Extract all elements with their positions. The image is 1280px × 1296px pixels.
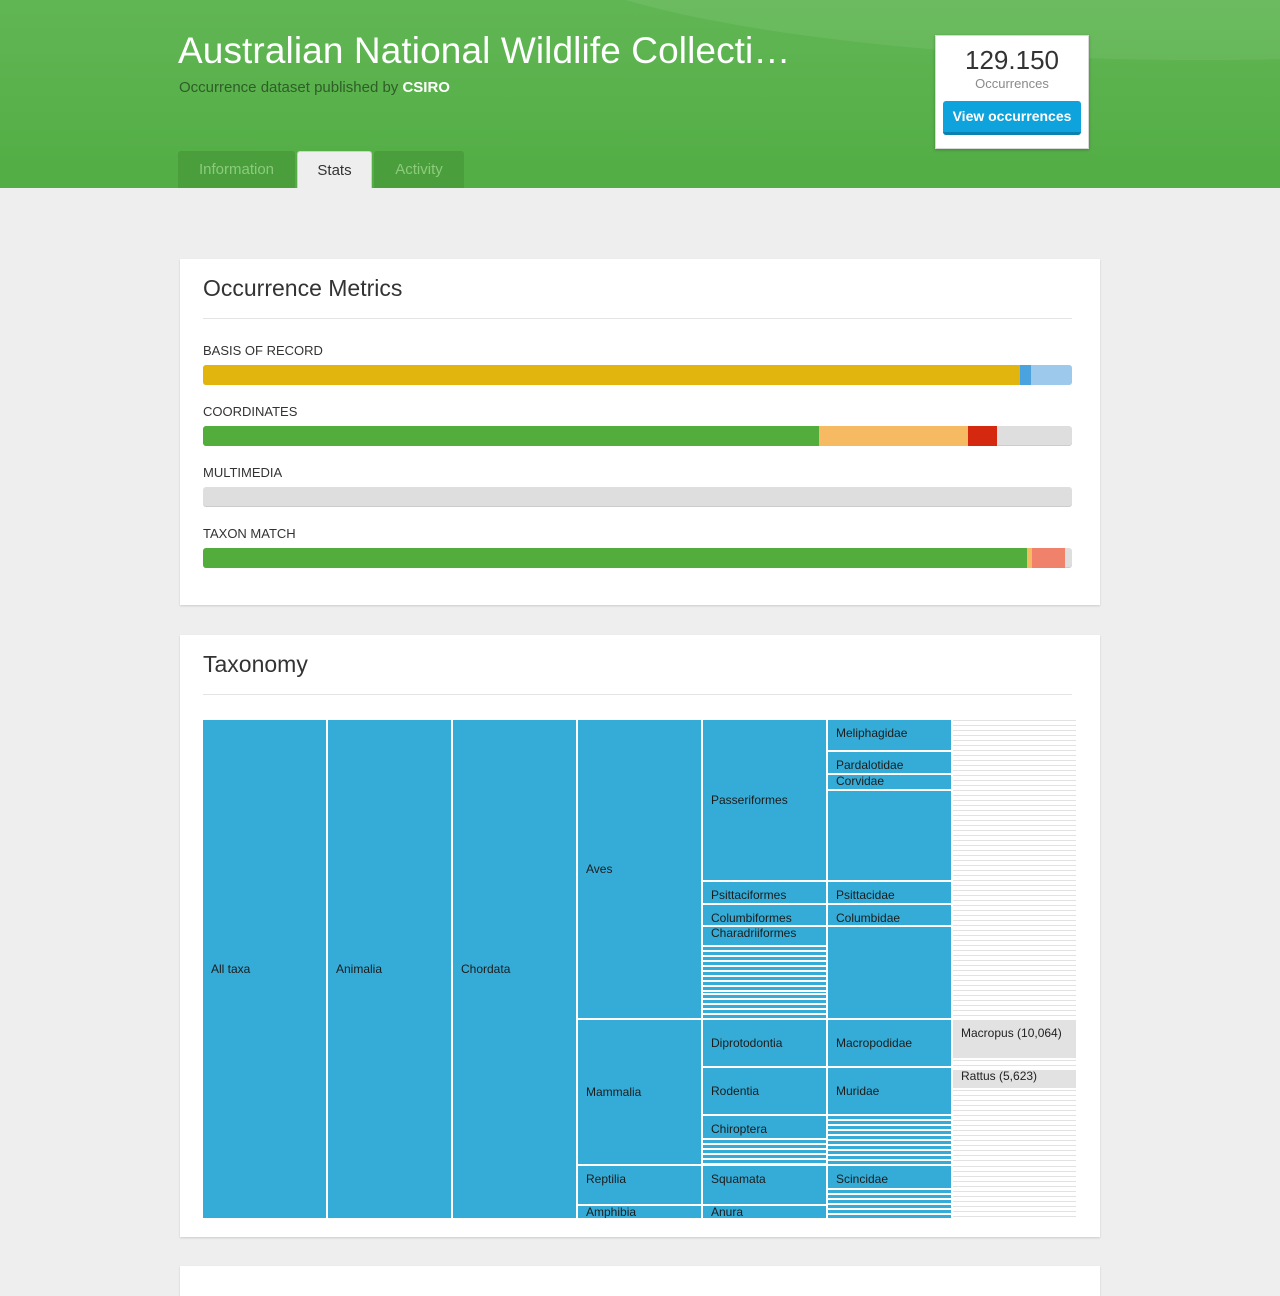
taxon-label: Animalia bbox=[336, 962, 383, 976]
taxon-label: Diprotodontia bbox=[711, 1036, 783, 1050]
taxon-node-anura[interactable]: Anura bbox=[703, 1206, 826, 1218]
taxon-node-group[interactable] bbox=[828, 791, 951, 880]
taxon-node-group[interactable] bbox=[828, 1116, 951, 1164]
taxon-label: Reptilia bbox=[586, 1172, 627, 1186]
metric-label-taxon-match: TAXON MATCH bbox=[203, 526, 296, 541]
view-occurrences-button[interactable]: View occurrences bbox=[943, 101, 1081, 135]
taxon-node-group[interactable] bbox=[828, 927, 951, 1018]
taxon-node-meliphagidae[interactable]: Meliphagidae bbox=[828, 720, 951, 750]
taxon-node-group[interactable] bbox=[703, 995, 826, 1018]
occurrence-count: 129.150 bbox=[965, 45, 1059, 75]
taxon-label: Corvidae bbox=[836, 775, 885, 788]
taxon-node-amphibia[interactable]: Amphibia bbox=[578, 1206, 701, 1218]
taxon-leaf-group[interactable] bbox=[953, 720, 1076, 1018]
metric-label-basis-of-record: BASIS OF RECORD bbox=[203, 343, 323, 358]
taxon-node-animalia[interactable]: Animalia bbox=[328, 720, 451, 1218]
metric-segment bbox=[1032, 548, 1066, 568]
taxon-node-macropus[interactable]: Macropus (10,064) bbox=[953, 1020, 1076, 1058]
taxon-node-muridae[interactable]: Muridae bbox=[828, 1068, 951, 1114]
taxon-label: Amphibia bbox=[586, 1206, 637, 1218]
taxon-leaf-group[interactable] bbox=[953, 1166, 1076, 1218]
taxon-node-mammalia[interactable]: Mammalia bbox=[578, 1020, 701, 1164]
occurrence-count-box: 129.150 Occurrences View occurrences bbox=[935, 35, 1089, 149]
taxon-label: Psittaciformes bbox=[711, 888, 787, 902]
metric-segment bbox=[203, 365, 1020, 385]
taxon-node-corvidae[interactable]: Corvidae bbox=[828, 775, 951, 789]
metric-segment bbox=[203, 548, 1027, 568]
taxon-label: Macropus (10,064) bbox=[961, 1026, 1062, 1040]
divider bbox=[203, 318, 1072, 319]
taxon-node-macropodidae[interactable]: Macropodidae bbox=[828, 1020, 951, 1066]
taxon-node-reptilia[interactable]: Reptilia bbox=[578, 1166, 701, 1204]
taxon-label: Charadriiformes bbox=[711, 927, 797, 940]
taxon-node-psittaciformes[interactable]: Psittaciformes bbox=[703, 882, 826, 903]
taxon-label: Chiroptera bbox=[711, 1122, 768, 1136]
metric-bar-coordinates[interactable] bbox=[203, 426, 1072, 446]
divider bbox=[203, 694, 1072, 695]
metric-segment bbox=[1019, 365, 1032, 385]
metric-label-coordinates: COORDINATES bbox=[203, 404, 298, 419]
dataset-header: Australian National Wildlife Collecti… O… bbox=[0, 0, 1280, 188]
taxon-label: Columbidae bbox=[836, 911, 901, 925]
taxon-leaf-group[interactable] bbox=[953, 1090, 1076, 1164]
taxon-node-group[interactable] bbox=[703, 947, 826, 993]
dataset-title: Australian National Wildlife Collecti… bbox=[178, 30, 791, 71]
subtitle-prefix: Occurrence dataset published by bbox=[179, 79, 399, 96]
occurrence-metrics-card: Occurrence Metrics BASIS OF RECORD COORD… bbox=[180, 259, 1100, 605]
taxon-node-chiroptera[interactable]: Chiroptera bbox=[703, 1116, 826, 1138]
taxon-label: All taxa bbox=[211, 962, 251, 976]
taxon-label: Passeriformes bbox=[711, 793, 788, 807]
taxon-node-all[interactable]: All taxa bbox=[203, 720, 326, 1218]
taxon-label: Squamata bbox=[711, 1172, 766, 1186]
taxonomy-card: Taxonomy All taxa Animalia Chordata Aves Mam… bbox=[180, 635, 1100, 1237]
taxon-node-rodentia[interactable]: Rodentia bbox=[703, 1068, 826, 1114]
metric-label-multimedia: MULTIMEDIA bbox=[203, 465, 283, 480]
taxon-node-columbidae[interactable]: Columbidae bbox=[828, 905, 951, 925]
taxon-node-group[interactable] bbox=[703, 1140, 826, 1164]
tab-stats[interactable]: Stats bbox=[297, 151, 372, 188]
tab-information[interactable]: Information bbox=[178, 151, 295, 188]
taxon-label: Macropodidae bbox=[836, 1036, 913, 1050]
taxon-node-rattus[interactable]: Rattus (5,623) bbox=[953, 1070, 1076, 1088]
metric-bar-multimedia[interactable] bbox=[203, 487, 1072, 507]
taxon-node-group[interactable] bbox=[828, 1190, 951, 1218]
taxon-label: Scincidae bbox=[836, 1172, 889, 1186]
taxon-node-aves[interactable]: Aves bbox=[578, 720, 701, 1018]
taxon-node-columbiformes[interactable]: Columbiformes bbox=[703, 905, 826, 925]
taxon-leaf-group[interactable] bbox=[953, 1060, 1076, 1068]
taxon-node-scincidae[interactable]: Scincidae bbox=[828, 1166, 951, 1188]
taxon-node-psittacidae[interactable]: Psittacidae bbox=[828, 882, 951, 903]
occurrence-count-label: Occurrences bbox=[975, 76, 1049, 91]
taxon-label: Anura bbox=[711, 1206, 744, 1218]
metric-segment bbox=[967, 426, 998, 446]
metric-segment bbox=[203, 426, 820, 446]
metric-segment bbox=[819, 426, 968, 446]
taxon-node-pardalotidae[interactable]: Pardalotidae bbox=[828, 752, 951, 773]
taxon-node-chordata[interactable]: Chordata bbox=[453, 720, 576, 1218]
publisher-link[interactable]: CSIRO bbox=[402, 79, 450, 96]
tab-activity[interactable]: Activity bbox=[374, 151, 464, 188]
dataset-subtitle: Occurrence dataset published by CSIRO bbox=[179, 79, 450, 96]
taxon-node-squamata[interactable]: Squamata bbox=[703, 1166, 826, 1204]
next-card bbox=[180, 1266, 1100, 1296]
occurrence-metrics-title: Occurrence Metrics bbox=[203, 275, 403, 301]
taxon-node-diprotodontia[interactable]: Diprotodontia bbox=[703, 1020, 826, 1066]
metric-bar-basis-of-record[interactable] bbox=[203, 365, 1072, 385]
taxonomy-icicle-chart: All taxa Animalia Chordata Aves Mammalia Rept… bbox=[203, 720, 1076, 1220]
taxon-label: Rattus (5,623) bbox=[961, 1070, 1038, 1083]
metric-segment bbox=[1031, 365, 1072, 385]
taxon-node-charadriiformes[interactable]: Charadriiformes bbox=[703, 927, 826, 945]
metric-bar-taxon-match[interactable] bbox=[203, 548, 1072, 568]
taxon-label: Rodentia bbox=[711, 1084, 760, 1098]
taxon-label: Chordata bbox=[461, 962, 511, 976]
taxon-label: Muridae bbox=[836, 1084, 880, 1098]
taxon-label: Aves bbox=[586, 862, 613, 876]
taxon-label: Meliphagidae bbox=[836, 726, 908, 740]
taxon-label: Psittacidae bbox=[836, 888, 895, 902]
taxonomy-title: Taxonomy bbox=[203, 651, 308, 677]
taxon-label: Columbiformes bbox=[711, 911, 792, 925]
taxon-label: Mammalia bbox=[586, 1085, 642, 1099]
taxon-node-passeriformes[interactable]: Passeriformes bbox=[703, 720, 826, 880]
taxon-label: Pardalotidae bbox=[836, 758, 904, 772]
